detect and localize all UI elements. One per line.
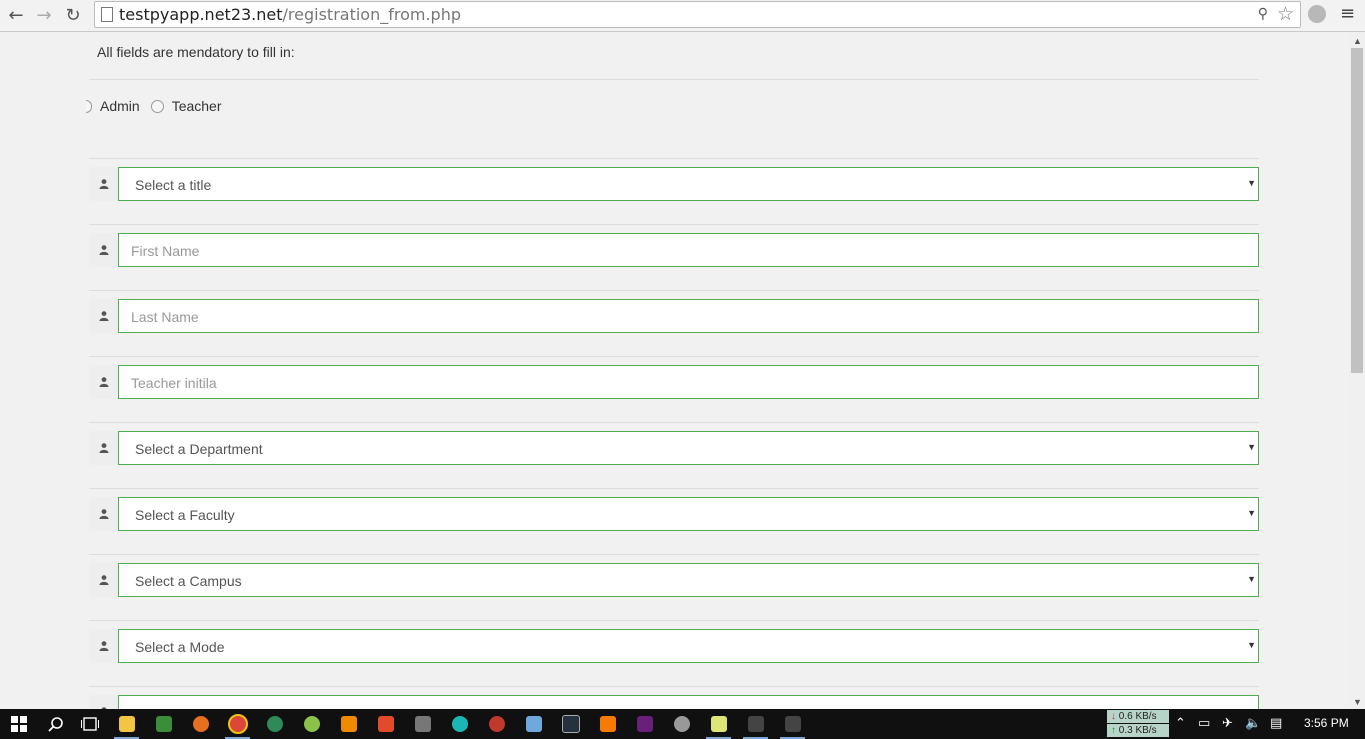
user-icon: [89, 167, 118, 201]
chevron-up-icon[interactable]: ⌃: [1175, 716, 1186, 731]
back-arrow-icon[interactable]: ←: [5, 4, 27, 26]
partial-next-select[interactable]: [118, 695, 1259, 709]
dropdown-caret-icon: ▼: [1247, 640, 1256, 650]
forward-arrow-icon[interactable]: →: [33, 4, 55, 26]
department-field: Select a Department ▼: [89, 431, 1259, 465]
user-icon: [89, 629, 118, 663]
app-icon[interactable]: [478, 709, 515, 739]
app-icon[interactable]: [737, 709, 774, 739]
divider: [89, 290, 1259, 291]
vlc-icon[interactable]: [330, 709, 367, 739]
extension-icon[interactable]: [1308, 5, 1326, 23]
last-name-input[interactable]: Last Name: [118, 299, 1259, 333]
search-icon[interactable]: [37, 709, 74, 739]
app-icon[interactable]: [441, 709, 478, 739]
bookmark-star-icon[interactable]: ☆: [1277, 3, 1294, 25]
firefox-icon[interactable]: [182, 709, 219, 739]
app-icon[interactable]: [515, 709, 552, 739]
scrollbar-thumb[interactable]: [1351, 48, 1363, 373]
reload-icon[interactable]: ↻: [62, 4, 84, 26]
user-icon: [89, 233, 118, 267]
download-speed: 0.6 KB/s: [1118, 711, 1157, 722]
divider: [89, 488, 1259, 489]
user-icon: [89, 563, 118, 597]
volume-icon[interactable]: 🔈: [1245, 716, 1261, 731]
teacher-initial-field: Teacher initila: [89, 365, 1259, 399]
file-explorer-icon[interactable]: [108, 709, 145, 739]
app-icon[interactable]: [145, 709, 182, 739]
faculty-select[interactable]: Select a Faculty ▼: [118, 497, 1259, 531]
mode-field: Select a Mode ▼: [89, 629, 1259, 663]
app-icon[interactable]: [774, 709, 811, 739]
divider: [89, 79, 1259, 80]
airplane-icon[interactable]: ✈: [1222, 716, 1233, 731]
battery-icon[interactable]: ▭: [1198, 716, 1210, 731]
divider: [89, 158, 1259, 159]
notification-icon[interactable]: ▤: [1270, 716, 1282, 731]
xampp-icon[interactable]: [589, 709, 626, 739]
first-name-input[interactable]: First Name: [118, 233, 1259, 267]
dropdown-caret-icon: ▼: [1247, 508, 1256, 518]
task-view-icon[interactable]: [71, 709, 108, 739]
divider: [89, 554, 1259, 555]
admin-label: Admin: [100, 98, 140, 114]
partial-next-field: [89, 695, 1259, 709]
dropdown-caret-icon: ▼: [1247, 442, 1256, 452]
teacher-label: Teacher: [171, 98, 222, 114]
browser-toolbar: ← → ↻ testpyapp.net23.net/registration_f…: [0, 0, 1365, 32]
user-icon: [89, 695, 118, 709]
mode-select[interactable]: Select a Mode ▼: [118, 629, 1259, 663]
visual-studio-icon[interactable]: [626, 709, 663, 739]
divider: [89, 356, 1259, 357]
user-icon: [89, 431, 118, 465]
user-icon: [89, 365, 118, 399]
faculty-field: Select a Faculty ▼: [89, 497, 1259, 531]
user-icon: [89, 299, 118, 333]
title-field: Select a title ▼: [89, 167, 1259, 201]
clock[interactable]: 3:56 PM: [1304, 716, 1349, 730]
photoshop-icon[interactable]: [552, 709, 589, 739]
department-select[interactable]: Select a Department ▼: [118, 431, 1259, 465]
teacher-radio[interactable]: [150, 99, 164, 113]
admin-radio[interactable]: [86, 99, 92, 113]
android-icon[interactable]: [293, 709, 330, 739]
first-name-field: First Name: [89, 233, 1259, 267]
address-bar[interactable]: testpyapp.net23.net/registration_from.ph…: [94, 1, 1301, 28]
taskbar: ↓ 0.6 KB/s ↑ 0.3 KB/s ⌃ ▭ ✈ 🔈 ▤ 3:56 PM: [0, 709, 1365, 739]
role-radio-group: Admin Teacher: [86, 96, 233, 116]
user-icon: [89, 497, 118, 531]
dropdown-caret-icon: ▼: [1247, 178, 1256, 188]
chrome-icon[interactable]: [219, 709, 256, 739]
dropdown-caret-icon: ▼: [1247, 574, 1256, 584]
scroll-down-icon[interactable]: ▼: [1353, 697, 1362, 707]
last-name-field: Last Name: [89, 299, 1259, 333]
app-icon[interactable]: [256, 709, 293, 739]
campus-select[interactable]: Select a Campus ▼: [118, 563, 1259, 597]
page-content: All fields are mendatory to fill in: Adm…: [0, 32, 1349, 709]
upload-speed: 0.3 KB/s: [1118, 725, 1157, 736]
campus-field: Select a Campus ▼: [89, 563, 1259, 597]
divider: [89, 224, 1259, 225]
menu-icon[interactable]: ≡: [1340, 3, 1355, 24]
network-speed-widget: ↓ 0.6 KB/s ↑ 0.3 KB/s: [1107, 710, 1169, 738]
app-icon[interactable]: [367, 709, 404, 739]
key-icon[interactable]: ⚲: [1258, 6, 1268, 22]
divider: [89, 422, 1259, 423]
url-text: testpyapp.net23.net/registration_from.ph…: [119, 5, 461, 24]
app-icon[interactable]: [663, 709, 700, 739]
scroll-up-icon[interactable]: ▲: [1353, 36, 1362, 46]
form-notice: All fields are mendatory to fill in:: [97, 44, 295, 60]
vertical-scrollbar[interactable]: ▲ ▼: [1349, 32, 1365, 709]
notepad-icon[interactable]: [700, 709, 737, 739]
title-select[interactable]: Select a title ▼: [118, 167, 1259, 201]
page-icon: [101, 7, 113, 22]
app-icon[interactable]: [404, 709, 441, 739]
windows-start-icon[interactable]: [0, 709, 37, 739]
divider: [89, 686, 1259, 687]
divider: [89, 620, 1259, 621]
teacher-initial-input[interactable]: Teacher initila: [118, 365, 1259, 399]
